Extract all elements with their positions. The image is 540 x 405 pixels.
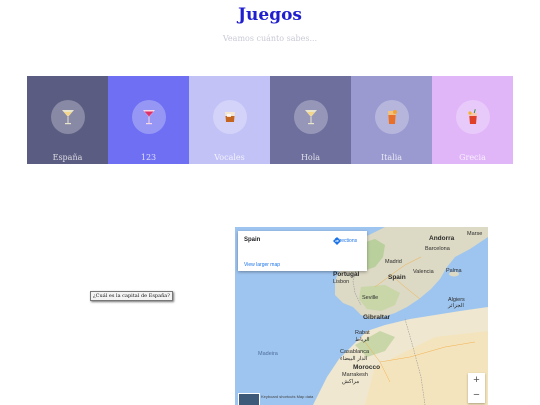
map-label-gibraltar: Gibraltar: [363, 314, 391, 321]
map-label-marrakesh-ar: مراكش: [342, 379, 360, 385]
tile-grecia[interactable]: Grecia: [432, 76, 513, 164]
map-label-casablanca-ar: الدار البيضاء: [340, 356, 368, 362]
tile-icon-circle: [131, 100, 166, 134]
tile-123[interactable]: 123: [108, 76, 189, 164]
tile-icon-circle: [374, 100, 409, 134]
whiskey-glass-icon: [224, 112, 235, 122]
map-label-portugal: Portugal: [333, 271, 360, 278]
view-larger-map-link[interactable]: View larger map: [244, 262, 280, 268]
map-label-rabat: Rabat: [355, 330, 370, 336]
map-place-name: Spain: [244, 237, 261, 243]
map-label-marseille: Marse: [467, 231, 483, 237]
map-label-seville: Seville: [362, 295, 379, 301]
zoom-out-button[interactable]: −: [468, 388, 485, 403]
tile-label: Hola: [300, 153, 321, 162]
tile-icon-circle: [212, 100, 247, 134]
map-label-spain: Spain: [388, 274, 406, 281]
cocktail-pink-icon: [142, 110, 155, 125]
zoom-in-button[interactable]: +: [468, 373, 485, 388]
tile-label: 123: [140, 153, 157, 162]
map-label-barcelona: Barcelona: [425, 246, 450, 252]
map-attribution: Keyboard shortcuts Map data: [261, 394, 314, 399]
map-label-andorra: Andorra: [429, 235, 455, 242]
map-type-thumbnail[interactable]: [238, 393, 260, 405]
map-label-madeira: Madeira: [258, 351, 278, 357]
map-label-morocco: Morocco: [353, 364, 381, 371]
game-tiles: España 123 Vocales Hola Italia Grecia: [27, 76, 513, 164]
directions-button[interactable]: Directions: [333, 237, 359, 245]
map-info-card: Spain View larger map Directions: [238, 231, 367, 271]
question-button[interactable]: ¿Cuál es la capital de España?: [90, 291, 173, 301]
map-label-casablanca: Casablanca: [340, 349, 370, 355]
tile-label: Vocales: [214, 153, 245, 162]
tile-icon-circle: [455, 100, 490, 134]
orange-drink-icon: [387, 110, 397, 124]
zoom-control: + −: [468, 373, 485, 403]
directions-icon: [333, 237, 341, 245]
tile-label: España: [52, 153, 83, 162]
cocktail-glass-icon: [304, 110, 317, 125]
tropical-drink-icon: [467, 109, 477, 124]
tile-vocales[interactable]: Vocales: [189, 76, 270, 164]
map-label-algiers-ar: الجزائر: [448, 303, 464, 309]
page-title: Juegos: [237, 5, 302, 25]
map-embed[interactable]: Andorra Marse Barcelona Madrid Portugal …: [235, 227, 488, 405]
page-subtitle: Veamos cuánto sabes...: [222, 34, 318, 43]
cocktail-glass-icon: [61, 110, 74, 125]
map-label-palma: Palma: [446, 268, 462, 274]
tile-label: Grecia: [459, 153, 486, 162]
map-label-rabat-ar: الرباط: [355, 337, 370, 343]
tile-icon-circle: [50, 100, 85, 134]
tile-espana[interactable]: España: [27, 76, 108, 164]
tile-icon-circle: [293, 100, 328, 134]
map-label-madrid: Madrid: [385, 259, 402, 265]
tile-label: Italia: [380, 153, 403, 162]
tile-hola[interactable]: Hola: [270, 76, 351, 164]
map-label-valencia: Valencia: [413, 269, 434, 275]
map-label-lisbon: Lisbon: [333, 279, 350, 285]
tile-italia[interactable]: Italia: [351, 76, 432, 164]
map-label-marrakesh: Marrakesh: [342, 372, 368, 378]
